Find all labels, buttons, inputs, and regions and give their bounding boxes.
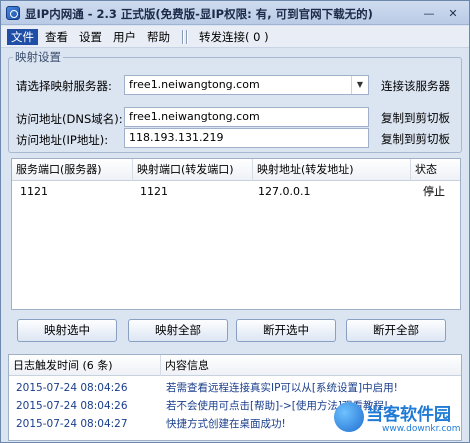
window-title: 显IP内网通 - 2.3 正式版(免费版-显IP权限: 有, 可到官网下载无的) [25, 7, 373, 21]
column-log-time[interactable]: 日志触发时间 (6 条) [9, 355, 161, 376]
app-logo-icon [6, 6, 20, 20]
menu-separator [186, 30, 188, 44]
menu-file[interactable]: 文件 [7, 29, 38, 45]
log-time: 2015-07-24 08:04:26 [16, 382, 128, 394]
copy-ip-button[interactable]: 复制到剪切板 [381, 131, 450, 147]
dns-label: 访问地址(DNS域名): [16, 112, 123, 126]
app-window: 显IP内网通 - 2.3 正式版(免费版-显IP权限: 有, 可到官网下载无的)… [0, 0, 470, 443]
menu-user[interactable]: 用户 [109, 29, 140, 45]
mapping-table-header: 服务端口(服务器) 映射端口(转发端口) 映射地址(转发地址) 状态 [12, 159, 460, 181]
log-time: 2015-07-24 08:04:26 [16, 400, 128, 412]
cell-status: 停止 [423, 185, 445, 198]
title-bar[interactable]: 显IP内网通 - 2.3 正式版(免费版-显IP权限: 有, 可到官网下载无的)… [1, 1, 469, 25]
menu-bar: 文件 查看 设置 用户 帮助 转发连接( 0 ) [1, 26, 469, 48]
cell-server-port: 1121 [20, 185, 48, 198]
connect-server-button[interactable]: 连接该服务器 [381, 78, 450, 94]
menu-forward-connections[interactable]: 转发连接( 0 ) [195, 29, 273, 45]
dns-value: free1.neiwangtong.com [129, 110, 260, 123]
menu-help[interactable]: 帮助 [143, 29, 174, 45]
column-log-message[interactable]: 内容信息 [161, 355, 461, 376]
log-header: 日志触发时间 (6 条) 内容信息 [9, 355, 461, 376]
minimize-button[interactable]: — [419, 5, 439, 21]
dns-field[interactable]: free1.neiwangtong.com [124, 107, 369, 127]
ip-field[interactable]: 118.193.131.219 [124, 128, 369, 148]
menu-settings[interactable]: 设置 [75, 29, 106, 45]
server-select-value: free1.neiwangtong.com [129, 78, 260, 91]
mapping-settings-title: 映射设置 [13, 49, 63, 65]
site-watermark: 当客软件园 www.downkr.com [326, 398, 470, 443]
map-all-button[interactable]: 映射全部 [128, 319, 228, 342]
chevron-down-icon[interactable]: ▼ [351, 76, 368, 94]
column-status[interactable]: 状态 [411, 159, 460, 181]
log-row[interactable]: 2015-07-24 08:04:26 若需查看远程连接真实IP可以从[系统设置… [9, 379, 461, 397]
menu-separator [182, 30, 184, 44]
watermark-text: 当客软件园 [366, 405, 451, 425]
close-button[interactable]: ✕ [443, 5, 463, 21]
watermark-logo-icon [334, 402, 364, 432]
cell-mapped-port: 1121 [140, 185, 168, 198]
mapping-table[interactable]: 服务端口(服务器) 映射端口(转发端口) 映射地址(转发地址) 状态 1121 … [11, 158, 461, 310]
log-message: 快捷方式创建在桌面成功! [166, 418, 286, 430]
menu-view[interactable]: 查看 [41, 29, 72, 45]
server-label: 请选择映射服务器: [16, 79, 112, 93]
disconnect-all-button[interactable]: 断开全部 [346, 319, 446, 342]
column-mapped-address[interactable]: 映射地址(转发地址) [253, 159, 411, 181]
disconnect-selected-button[interactable]: 断开选中 [236, 319, 336, 342]
map-selected-button[interactable]: 映射选中 [17, 319, 117, 342]
log-time: 2015-07-24 08:04:27 [16, 418, 128, 430]
cell-mapped-address: 127.0.0.1 [258, 185, 311, 198]
column-server-port[interactable]: 服务端口(服务器) [12, 159, 133, 181]
log-message: 若需查看远程连接真实IP可以从[系统设置]中启用! [166, 382, 398, 394]
watermark-url: www.downkr.com [382, 424, 461, 434]
ip-label: 访问地址(IP地址): [16, 133, 109, 147]
ip-value: 118.193.131.219 [129, 131, 224, 144]
copy-dns-button[interactable]: 复制到剪切板 [381, 110, 450, 126]
server-select[interactable]: free1.neiwangtong.com ▼ [124, 75, 369, 95]
column-mapped-port[interactable]: 映射端口(转发端口) [133, 159, 253, 181]
